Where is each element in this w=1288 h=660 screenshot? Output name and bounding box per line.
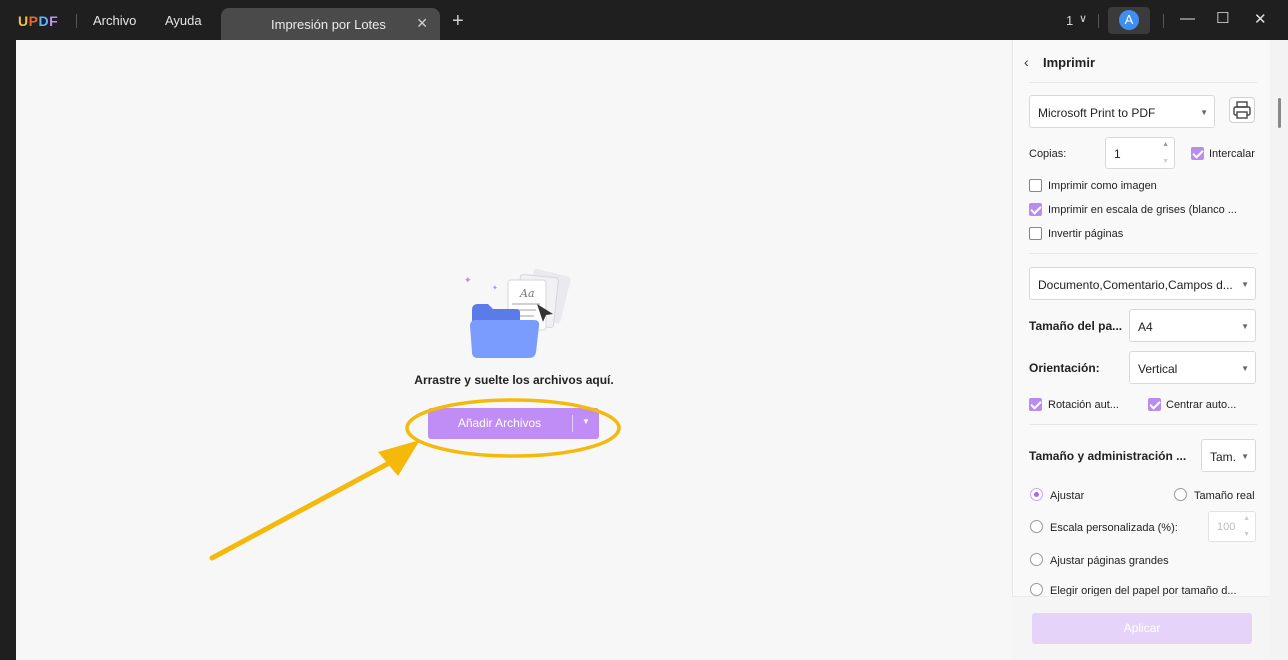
- divider: [1029, 82, 1257, 83]
- paper-size-label: Tamaño del pa...: [1029, 319, 1123, 333]
- chevron-down-icon: ▼: [1241, 322, 1249, 331]
- actual-size-radio[interactable]: [1174, 488, 1187, 501]
- fit-radio[interactable]: [1030, 488, 1043, 501]
- chevron-down-icon: ▼: [1241, 280, 1249, 289]
- annotation-arrow-head: [378, 440, 420, 476]
- chevron-down-icon: ▼: [1200, 108, 1208, 117]
- copies-stepper[interactable]: 1 ▲ ▼: [1105, 137, 1175, 169]
- auto-center-label: Centrar auto...: [1166, 399, 1237, 411]
- menu-ayuda[interactable]: Ayuda: [165, 13, 202, 28]
- panel-scrollbar[interactable]: [1270, 40, 1288, 660]
- annotation-arrow-shaft: [209, 459, 394, 561]
- size-admin-value: Tam.: [1210, 450, 1237, 464]
- stepper-up-icon[interactable]: ▲: [1243, 515, 1250, 522]
- divider: [1163, 14, 1164, 28]
- auto-center-checkbox[interactable]: [1148, 398, 1161, 411]
- auto-rotate-label: Rotación aut...: [1048, 399, 1119, 411]
- divider: [1029, 253, 1257, 254]
- fit-label: Ajustar: [1050, 490, 1085, 502]
- paper-size-value: A4: [1138, 320, 1153, 334]
- actual-size-label: Tamaño real: [1194, 490, 1255, 502]
- panel-title: Imprimir: [1043, 55, 1096, 70]
- tab-close-icon[interactable]: ✕: [416, 15, 428, 32]
- stepper-down-icon[interactable]: ▼: [1243, 531, 1250, 538]
- apply-button[interactable]: Aplicar: [1032, 613, 1252, 644]
- reverse-pages-label: Invertir páginas: [1048, 228, 1124, 240]
- minimize-icon[interactable]: —: [1180, 10, 1195, 27]
- printer-value: Microsoft Print to PDF: [1038, 106, 1156, 120]
- title-bar: UPDF Archivo Ayuda Impresión por Lotes ✕…: [0, 0, 1288, 42]
- window-count[interactable]: 1: [1066, 13, 1073, 28]
- annotation-overlay: [209, 398, 621, 561]
- print-as-image-checkbox[interactable]: [1029, 179, 1042, 192]
- tab-label: Impresión por Lotes: [271, 17, 386, 32]
- copies-value: 1: [1114, 147, 1121, 161]
- divider: [1098, 14, 1099, 28]
- chevron-down-icon: ▼: [1241, 364, 1249, 373]
- updf-logo[interactable]: UPDF: [18, 13, 58, 29]
- grayscale-checkbox[interactable]: [1029, 203, 1042, 216]
- account-button[interactable]: A: [1108, 7, 1150, 34]
- scrollbar-thumb[interactable]: [1278, 98, 1281, 128]
- copies-label: Copias:: [1029, 148, 1067, 160]
- apply-footer: Aplicar: [1012, 596, 1270, 660]
- paper-size-select[interactable]: A4 ▼: [1129, 309, 1256, 342]
- grayscale-label: Imprimir en escala de grises (blanco ...: [1048, 204, 1237, 216]
- printer-select[interactable]: Microsoft Print to PDF ▼: [1029, 95, 1215, 128]
- fit-large-label: Ajustar páginas grandes: [1050, 555, 1169, 567]
- orientation-value: Vertical: [1138, 362, 1178, 376]
- window-close-icon[interactable]: ✕: [1254, 10, 1267, 28]
- size-admin-label: Tamaño y administración ...: [1029, 449, 1187, 463]
- divider: [1029, 424, 1257, 425]
- stepper-up-icon[interactable]: ▲: [1162, 141, 1169, 148]
- content-select[interactable]: Documento,Comentario,Campos d... ▼: [1029, 267, 1256, 300]
- size-admin-select[interactable]: Tam. ▼: [1201, 439, 1256, 472]
- drop-zone[interactable]: ✦ ✦ Aa Arrastre y suelte los archivos aq…: [16, 40, 1012, 660]
- orientation-label: Orientación:: [1029, 361, 1100, 375]
- stepper-down-icon[interactable]: ▼: [1162, 158, 1169, 165]
- custom-scale-label: Escala personalizada (%):: [1050, 522, 1178, 534]
- chevron-down-icon[interactable]: ∨: [1079, 12, 1087, 25]
- custom-scale-stepper[interactable]: 100 ▲ ▼: [1208, 511, 1256, 542]
- orientation-select[interactable]: Vertical ▼: [1129, 351, 1256, 384]
- chevron-down-icon: ▼: [1241, 452, 1249, 461]
- new-tab-icon[interactable]: +: [452, 11, 464, 31]
- printer-properties-button[interactable]: [1229, 97, 1255, 123]
- content-value: Documento,Comentario,Campos d...: [1038, 278, 1233, 292]
- maximize-icon[interactable]: ☐: [1216, 9, 1229, 27]
- menu-archivo[interactable]: Archivo: [93, 13, 136, 28]
- custom-scale-radio[interactable]: [1030, 520, 1043, 533]
- print-settings-panel: ‹ Imprimir Microsoft Print to PDF ▼ Copi…: [1012, 40, 1270, 660]
- tab-batch-print[interactable]: Impresión por Lotes ✕: [221, 8, 440, 40]
- avatar: A: [1119, 10, 1139, 30]
- divider: [76, 14, 77, 28]
- print-as-image-label: Imprimir como imagen: [1048, 180, 1157, 192]
- paper-source-radio[interactable]: [1030, 583, 1043, 596]
- printer-icon: [1233, 101, 1251, 119]
- annotation-ellipse: [405, 398, 621, 458]
- reverse-pages-checkbox[interactable]: [1029, 227, 1042, 240]
- fit-large-radio[interactable]: [1030, 553, 1043, 566]
- collate-checkbox[interactable]: [1191, 147, 1204, 160]
- custom-scale-value: 100: [1217, 521, 1236, 533]
- auto-rotate-checkbox[interactable]: [1029, 398, 1042, 411]
- back-icon[interactable]: ‹: [1024, 54, 1029, 70]
- collate-label: Intercalar: [1209, 148, 1255, 160]
